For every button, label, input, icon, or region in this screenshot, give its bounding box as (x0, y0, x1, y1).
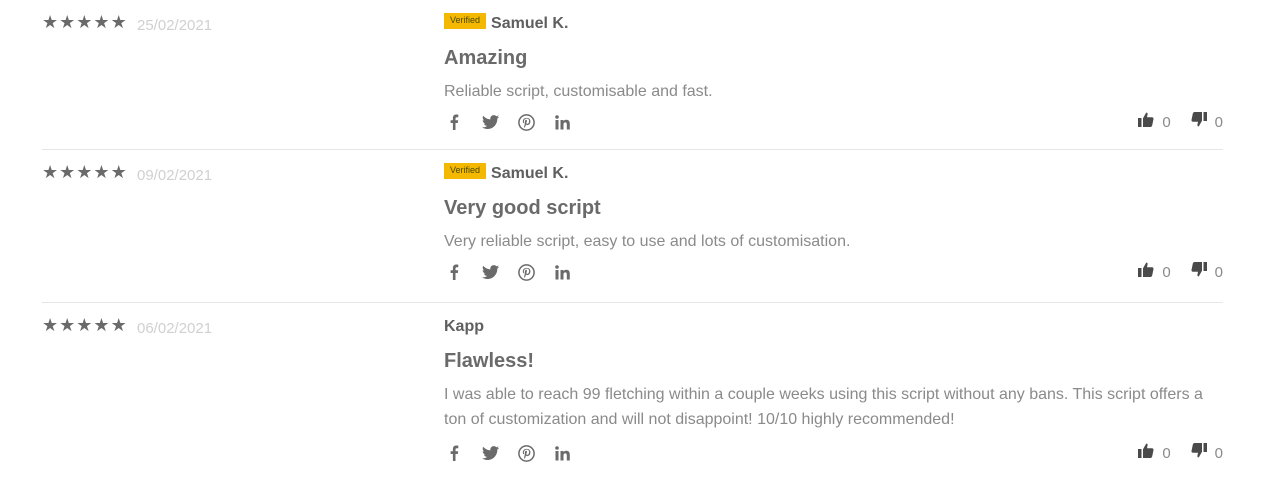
thumbs-up-button[interactable]: 0 (1138, 262, 1171, 282)
thumbs-up-count: 0 (1162, 444, 1171, 462)
star-icon: ★ (93, 315, 110, 335)
review-item: ★ ★ ★ ★ ★ 06/02/2021 Kapp Flawless! I wa… (42, 303, 1223, 480)
thumbs-up-icon (1138, 262, 1154, 282)
review-date: 25/02/2021 (137, 17, 213, 34)
thumbs-up-count: 0 (1162, 113, 1171, 131)
review-title: Amazing (444, 47, 528, 69)
author-line: Verified Samuel K. (444, 13, 569, 34)
thumbs-up-count: 0 (1162, 263, 1171, 281)
star-rating: ★ ★ ★ ★ ★ (42, 162, 127, 182)
thumbs-up-button[interactable]: 0 (1138, 112, 1171, 132)
review-body: Very reliable script, easy to use and lo… (444, 233, 851, 250)
twitter-icon[interactable] (480, 262, 500, 282)
thumbs-down-count: 0 (1214, 444, 1223, 462)
review-body: Reliable script, customisable and fast. (444, 83, 713, 100)
facebook-icon[interactable] (444, 443, 464, 463)
thumbs-up-icon (1138, 112, 1154, 132)
star-icon: ★ (110, 12, 127, 32)
vote-controls: 0 0 (1138, 443, 1223, 463)
star-icon: ★ (110, 162, 127, 182)
share-links (444, 262, 572, 282)
thumbs-down-icon (1191, 262, 1207, 282)
star-icon: ★ (93, 12, 110, 32)
star-icon: ★ (93, 162, 110, 182)
star-icon: ★ (76, 162, 93, 182)
verified-badge: Verified (444, 13, 487, 29)
star-icon: ★ (59, 12, 76, 32)
linkedin-icon[interactable] (552, 262, 572, 282)
thumbs-down-button[interactable]: 0 (1191, 112, 1223, 132)
author-line: Kapp (444, 317, 484, 337)
author-name: Kapp (444, 318, 484, 335)
thumbs-down-count: 0 (1214, 113, 1223, 131)
star-icon: ★ (42, 315, 59, 335)
pinterest-icon[interactable] (516, 112, 536, 132)
review-title: Very good script (444, 197, 601, 219)
thumbs-down-icon (1191, 112, 1207, 132)
thumbs-up-button[interactable]: 0 (1138, 443, 1171, 463)
review-item: ★ ★ ★ ★ ★ 25/02/2021 Verified Samuel K. … (42, 0, 1223, 150)
author-name: Samuel K. (491, 165, 569, 182)
linkedin-icon[interactable] (552, 443, 572, 463)
pinterest-icon[interactable] (516, 262, 536, 282)
star-icon: ★ (42, 12, 59, 32)
star-rating: ★ ★ ★ ★ ★ (42, 315, 127, 335)
star-icon: ★ (59, 162, 76, 182)
pinterest-icon[interactable] (516, 443, 536, 463)
thumbs-down-count: 0 (1214, 263, 1223, 281)
thumbs-up-icon (1138, 443, 1154, 463)
review-title: Flawless! (444, 350, 535, 372)
thumbs-down-button[interactable]: 0 (1191, 443, 1223, 463)
star-icon: ★ (59, 315, 76, 335)
review-body: I was able to reach 99 fletching within … (444, 386, 1203, 428)
twitter-icon[interactable] (480, 112, 500, 132)
facebook-icon[interactable] (444, 262, 464, 282)
verified-badge: Verified (444, 163, 487, 179)
star-icon: ★ (76, 315, 93, 335)
share-links (444, 112, 572, 132)
review-item: ★ ★ ★ ★ ★ 09/02/2021 Verified Samuel K. … (42, 150, 1223, 303)
author-line: Verified Samuel K. (444, 163, 569, 184)
review-date: 06/02/2021 (137, 320, 213, 337)
star-icon: ★ (76, 12, 93, 32)
vote-controls: 0 0 (1138, 262, 1223, 282)
star-icon: ★ (42, 162, 59, 182)
review-date: 09/02/2021 (137, 167, 213, 184)
star-icon: ★ (110, 315, 127, 335)
share-links (444, 443, 572, 463)
thumbs-down-icon (1191, 443, 1207, 463)
twitter-icon[interactable] (480, 443, 500, 463)
star-rating: ★ ★ ★ ★ ★ (42, 12, 127, 32)
linkedin-icon[interactable] (552, 112, 572, 132)
facebook-icon[interactable] (444, 112, 464, 132)
vote-controls: 0 0 (1138, 112, 1223, 132)
author-name: Samuel K. (491, 15, 569, 32)
thumbs-down-button[interactable]: 0 (1191, 262, 1223, 282)
